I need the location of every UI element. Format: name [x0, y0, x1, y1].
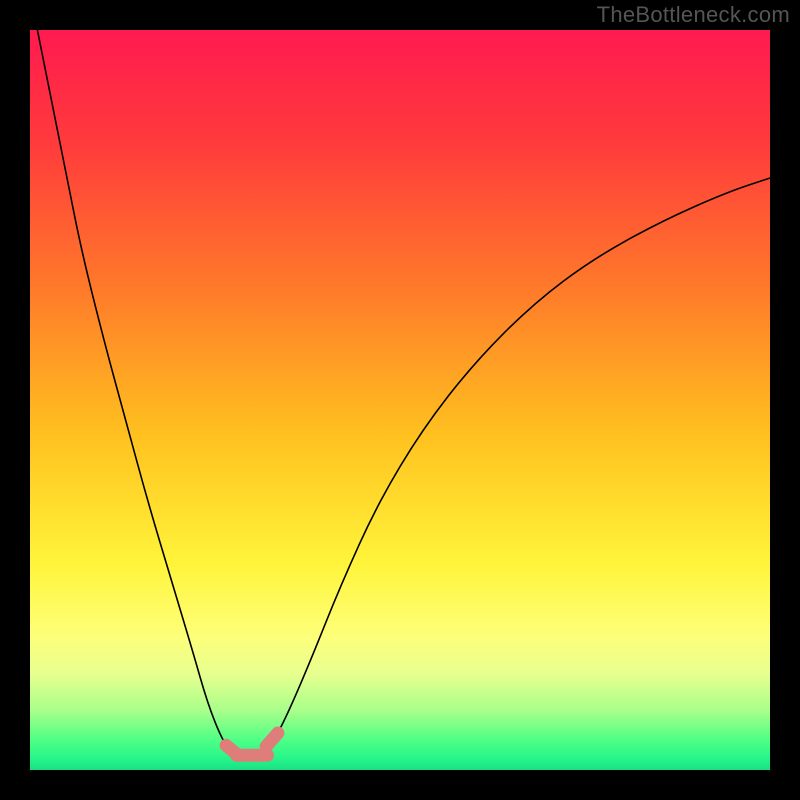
gradient-background — [30, 30, 770, 770]
bottleneck-chart — [30, 30, 770, 770]
plot-area — [30, 30, 770, 770]
outer-frame: TheBottleneck.com — [0, 0, 800, 800]
watermark-text: TheBottleneck.com — [597, 2, 790, 28]
bead-segment-right — [266, 733, 278, 747]
